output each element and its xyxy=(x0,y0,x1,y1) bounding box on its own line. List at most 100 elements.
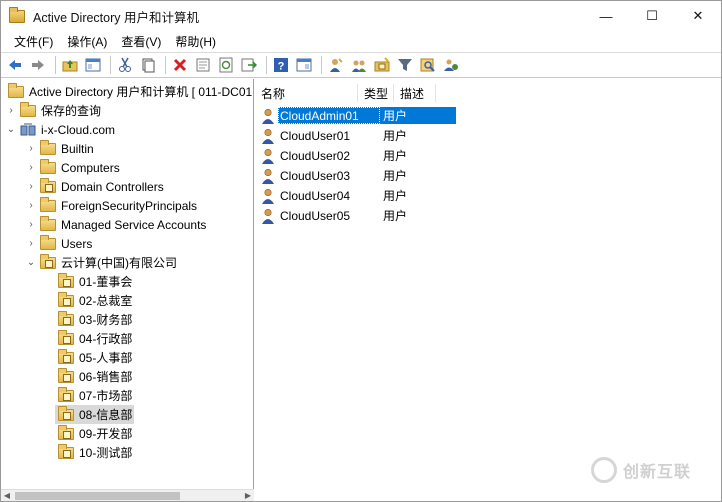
up-folder-icon[interactable] xyxy=(60,55,80,75)
tree-item-department[interactable]: 05-人事部 xyxy=(55,348,132,367)
chevron-right-icon[interactable]: › xyxy=(25,238,37,249)
chevron-down-icon[interactable]: ⌄ xyxy=(25,257,37,268)
tree-item-domain-controllers[interactable]: › Domain Controllers xyxy=(25,177,164,196)
user-name: CloudUser03 xyxy=(280,168,351,183)
tree-item-label: Computers xyxy=(61,160,120,175)
menu-bar: 文件(F) 操作(A) 查看(V) 帮助(H) xyxy=(1,31,721,51)
list-item-selected[interactable]: CloudAdmin01 用户 xyxy=(261,106,456,125)
snapin-folder-icon xyxy=(8,82,24,98)
tree-root-label: Active Directory 用户和计算机 [ 011-DC01 xyxy=(29,85,253,99)
tree-item-department[interactable]: 10-测试部 xyxy=(55,443,132,462)
menu-action[interactable]: 操作(A) xyxy=(60,33,114,50)
tree-item-label: 01-董事会 xyxy=(79,275,133,289)
scroll-right-icon[interactable]: ▶ xyxy=(242,490,254,502)
scroll-left-icon[interactable]: ◀ xyxy=(1,490,13,502)
folder-icon xyxy=(40,215,56,231)
tree-item-department-selected[interactable]: 08-信息部 xyxy=(55,405,135,424)
tree-item-builtin[interactable]: › Builtin xyxy=(25,139,94,158)
find-icon[interactable] xyxy=(418,55,438,75)
column-header-description[interactable]: 描述 xyxy=(394,84,436,102)
list-item[interactable]: CloudUser03 用户 xyxy=(261,166,456,185)
menu-file[interactable]: 文件(F) xyxy=(7,33,60,50)
tree-item-users[interactable]: › Users xyxy=(25,234,92,253)
add-user-icon[interactable] xyxy=(326,55,346,75)
tree-item-label: 05-人事部 xyxy=(79,351,133,365)
tree-item-computers[interactable]: › Computers xyxy=(25,158,120,177)
maximize-button[interactable]: ☐ xyxy=(629,1,675,31)
show-tree-icon[interactable] xyxy=(83,55,103,75)
user-name: CloudUser04 xyxy=(280,188,351,203)
tree-item-label: ForeignSecurityPrincipals xyxy=(61,198,198,213)
refresh-icon[interactable] xyxy=(216,55,236,75)
close-button[interactable]: ✕ xyxy=(675,1,721,31)
toolbar-separator xyxy=(321,56,322,74)
tree-item-managed-service-accounts[interactable]: › Managed Service Accounts xyxy=(25,215,206,234)
tree-item-department[interactable]: 02-总裁室 xyxy=(55,291,132,310)
list-item[interactable]: CloudUser02 用户 xyxy=(261,146,456,165)
ou-folder-icon xyxy=(58,424,74,440)
ou-folder-icon xyxy=(40,253,56,269)
tree-item-department[interactable]: 03-财务部 xyxy=(55,310,132,329)
filter-icon[interactable] xyxy=(395,55,415,75)
user-icon xyxy=(261,208,275,224)
tree-item-department[interactable]: 04-行政部 xyxy=(55,329,132,348)
folder-icon xyxy=(40,234,56,250)
ou-folder-icon xyxy=(58,291,74,307)
user-name: CloudUser02 xyxy=(280,148,351,163)
tree-item-department[interactable]: 07-市场部 xyxy=(55,386,132,405)
tree-item-label: i-x-Cloud.com xyxy=(41,122,116,137)
chevron-right-icon[interactable]: › xyxy=(5,105,17,116)
folder-icon xyxy=(20,101,36,117)
user-name: CloudUser05 xyxy=(280,208,351,223)
console-icon[interactable] xyxy=(294,55,314,75)
tree-item-domain[interactable]: ⌄ i-x-Cloud.com xyxy=(5,120,115,139)
folder-icon xyxy=(40,196,56,212)
tree-item-saved-queries[interactable]: › 保存的查询 xyxy=(5,101,101,120)
column-header-name[interactable]: 名称 xyxy=(255,84,358,102)
add-to-group-icon[interactable] xyxy=(441,55,461,75)
ou-folder-icon xyxy=(58,367,74,383)
tree-item-foreign-security-principals[interactable]: › ForeignSecurityPrincipals xyxy=(25,196,197,215)
chevron-right-icon[interactable]: › xyxy=(25,200,37,211)
minimize-button[interactable]: — xyxy=(583,1,629,31)
tree-item-company-ou[interactable]: ⌄ 云计算(中国)有限公司 xyxy=(25,253,177,272)
svg-text:?: ? xyxy=(278,61,285,73)
chevron-right-icon[interactable]: › xyxy=(25,143,37,154)
forward-icon[interactable] xyxy=(28,55,48,75)
tree-item-department[interactable]: 09-开发部 xyxy=(55,424,132,443)
chevron-right-icon[interactable]: › xyxy=(25,219,37,230)
list-item[interactable]: CloudUser01 用户 xyxy=(261,126,456,145)
tree-item-department[interactable]: 01-董事会 xyxy=(55,272,132,291)
column-header-type[interactable]: 类型 xyxy=(358,84,394,102)
export-icon[interactable] xyxy=(239,55,259,75)
tree-item-department[interactable]: 06-销售部 xyxy=(55,367,132,386)
user-icon xyxy=(261,168,275,184)
tree-horizontal-scrollbar[interactable]: ◀ ▶ xyxy=(1,489,254,501)
copy-icon[interactable] xyxy=(138,55,158,75)
list-item[interactable]: CloudUser04 用户 xyxy=(261,186,456,205)
user-icon xyxy=(261,108,275,124)
chevron-down-icon[interactable]: ⌄ xyxy=(5,124,17,135)
properties-icon[interactable] xyxy=(193,55,213,75)
ou-folder-icon xyxy=(58,443,74,459)
aduc-window: Active Directory 用户和计算机 — ☐ ✕ 文件(F) 操作(A… xyxy=(0,0,722,502)
menu-help[interactable]: 帮助(H) xyxy=(168,33,223,50)
tree-item-label: 10-测试部 xyxy=(79,446,133,460)
menu-view[interactable]: 查看(V) xyxy=(114,33,168,50)
add-ou-icon[interactable] xyxy=(372,55,392,75)
cut-icon[interactable] xyxy=(115,55,135,75)
tree-item-label: 04-行政部 xyxy=(79,332,133,346)
scrollbar-thumb[interactable] xyxy=(15,492,180,500)
back-icon[interactable] xyxy=(5,55,25,75)
help-icon[interactable]: ? xyxy=(271,55,291,75)
add-group-icon[interactable] xyxy=(349,55,369,75)
ou-folder-icon xyxy=(58,348,74,364)
toolbar-separator xyxy=(110,56,111,74)
chevron-right-icon[interactable]: › xyxy=(25,181,37,192)
list-item[interactable]: CloudUser05 用户 xyxy=(261,206,456,225)
delete-icon[interactable] xyxy=(170,55,190,75)
title-bar: Active Directory 用户和计算机 — ☐ ✕ xyxy=(1,1,721,31)
chevron-right-icon[interactable]: › xyxy=(25,162,37,173)
tree-root[interactable]: Active Directory 用户和计算机 [ 011-DC01 xyxy=(5,82,252,101)
list-header: 名称 类型 描述 xyxy=(255,84,436,102)
